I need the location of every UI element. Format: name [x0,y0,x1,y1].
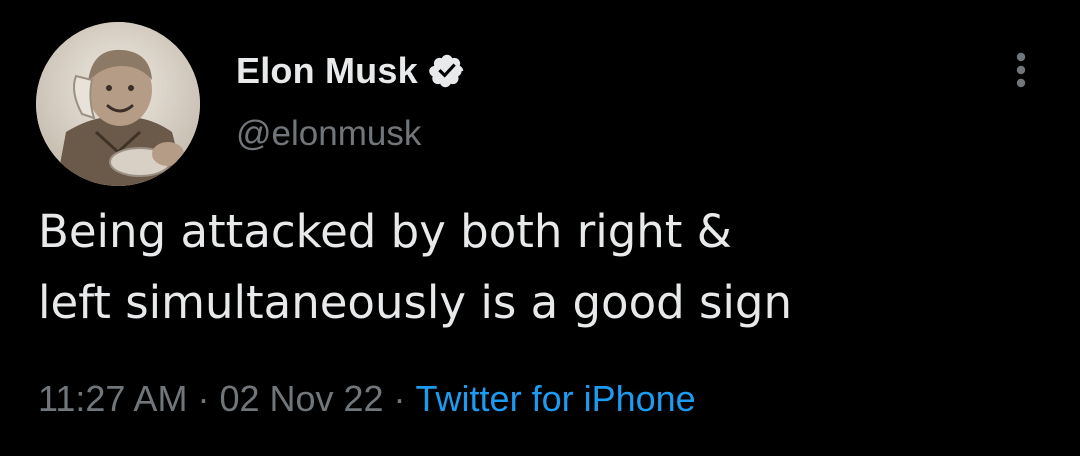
display-name[interactable]: Elon Musk [236,50,418,92]
tweet-time[interactable]: 11:27 AM [38,378,187,419]
author-block: Elon Musk @elonmusk [236,48,466,154]
tweet-text: Being attacked by both right & left simu… [38,205,793,329]
separator: · [393,378,406,419]
more-options-icon[interactable] [1004,50,1038,90]
separator: · [197,378,210,419]
tweet-meta: 11:27 AM · 02 Nov 22 · Twitter for iPhone [38,378,696,420]
tweet-source-link[interactable]: Twitter for iPhone [416,378,696,419]
avatar-photo-icon [36,22,200,186]
avatar[interactable] [36,22,200,186]
user-handle[interactable]: @elonmusk [236,114,466,154]
name-row: Elon Musk [236,48,466,94]
verified-badge-icon [428,52,466,90]
tweet-date[interactable]: 02 Nov 22 [219,378,383,419]
tweet: Elon Musk @elonmusk Being attacked by bo… [0,0,1080,456]
